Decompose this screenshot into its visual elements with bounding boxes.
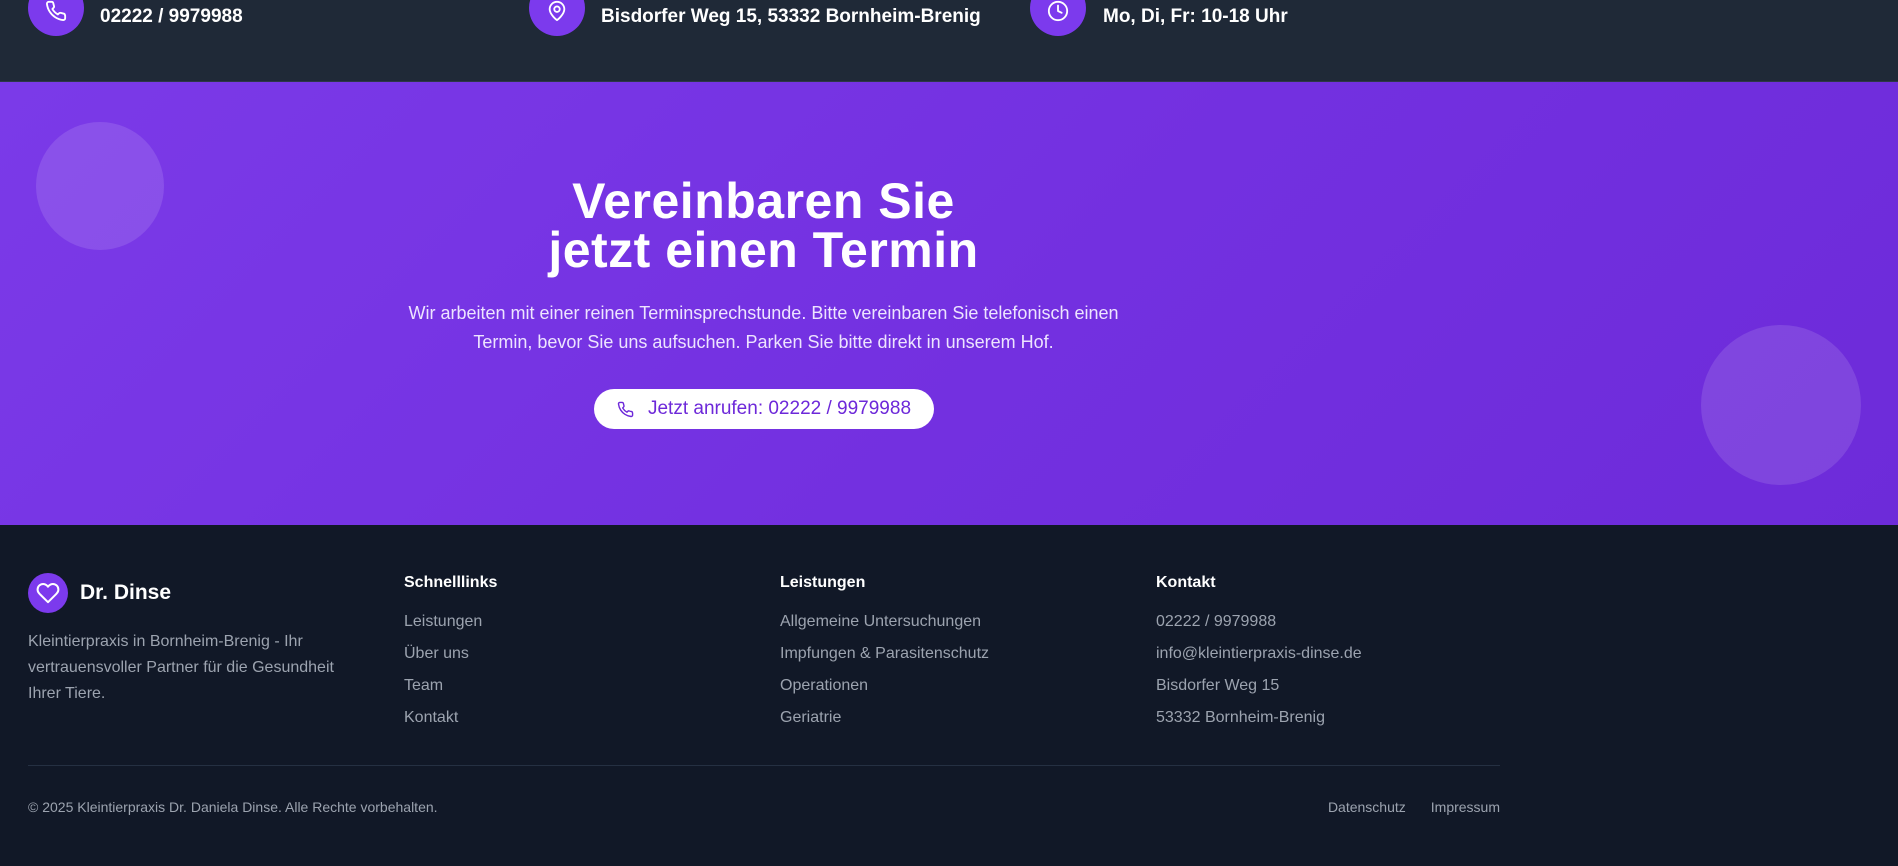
call-now-label: Jetzt anrufen: 02222 / 9979988 (647, 398, 912, 419)
contact-heading: Kontakt (1156, 574, 1216, 591)
legal-links: Datenschutz Impressum (1328, 799, 1500, 815)
services-heading: Leistungen (780, 574, 866, 591)
call-now-button[interactable]: Jetzt anrufen: 02222 / 9979988 (594, 389, 934, 429)
footer-services: Leistungen Allgemeine Untersuchungen Imp… (780, 574, 989, 740)
appointment-cta: Vereinbaren Sie jetzt einen Termin Wir a… (0, 82, 1898, 525)
heart-icon (28, 573, 68, 613)
footer-contact-email[interactable]: info@kleintierpraxis-dinse.de (1156, 644, 1362, 676)
phone-icon (617, 401, 634, 418)
footer-contact-street: Bisdorfer Weg 15 (1156, 677, 1280, 694)
cta-description: Wir arbeiten mit einer reinen Terminspre… (408, 303, 1119, 352)
contact-address-text: Bisdorfer Weg 15, 53332 Bornheim-Brenig (601, 6, 981, 27)
decorative-circle-left (36, 122, 164, 250)
footer-quicklinks: Schnelllinks Leistungen Über uns Team Ko… (404, 574, 497, 740)
footer-contact-phone[interactable]: 02222 / 9979988 (1156, 612, 1362, 644)
footer-service-geriatrie[interactable]: Geriatrie (780, 708, 989, 740)
footer-link-team[interactable]: Team (404, 676, 497, 708)
footer-brand[interactable]: Dr. Dinse (28, 573, 171, 613)
contact-strip: 02222 / 9979988 Bisdorfer Weg 15, 53332 … (0, 0, 1898, 82)
brand-description: Kleintierpraxis in Bornheim-Brenig - Ihr… (28, 633, 334, 702)
decorative-circle-right (1701, 325, 1861, 485)
footer-service-impfungen[interactable]: Impfungen & Parasitenschutz (780, 644, 989, 676)
quicklinks-heading: Schnelllinks (404, 574, 498, 591)
map-pin-icon (529, 0, 585, 36)
footer-link-leistungen[interactable]: Leistungen (404, 612, 497, 644)
footer-service-untersuchungen[interactable]: Allgemeine Untersuchungen (780, 612, 989, 644)
brand-name: Dr. Dinse (80, 581, 172, 604)
footer-divider (28, 765, 1500, 766)
site-footer: Dr. Dinse Kleintierpraxis in Bornheim-Br… (0, 525, 1898, 866)
clock-icon (1030, 0, 1086, 36)
footer-contact-city: 53332 Bornheim-Brenig (1156, 709, 1325, 726)
contact-phone-text: 02222 / 9979988 (100, 6, 243, 27)
footer-link-ueber-uns[interactable]: Über uns (404, 644, 497, 676)
imprint-link[interactable]: Impressum (1431, 799, 1500, 815)
phone-icon (28, 0, 84, 36)
contact-hours-text: Mo, Di, Fr: 10-18 Uhr (1103, 6, 1288, 27)
privacy-link[interactable]: Datenschutz (1328, 799, 1406, 815)
copyright-text: © 2025 Kleintierpraxis Dr. Daniela Dinse… (28, 799, 438, 815)
footer-link-kontakt[interactable]: Kontakt (404, 708, 497, 740)
footer-service-operationen[interactable]: Operationen (780, 676, 989, 708)
footer-contact: Kontakt 02222 / 9979988 info@kleintierpr… (1156, 574, 1362, 740)
cta-title: Vereinbaren Sie jetzt einen Termin (548, 173, 979, 278)
